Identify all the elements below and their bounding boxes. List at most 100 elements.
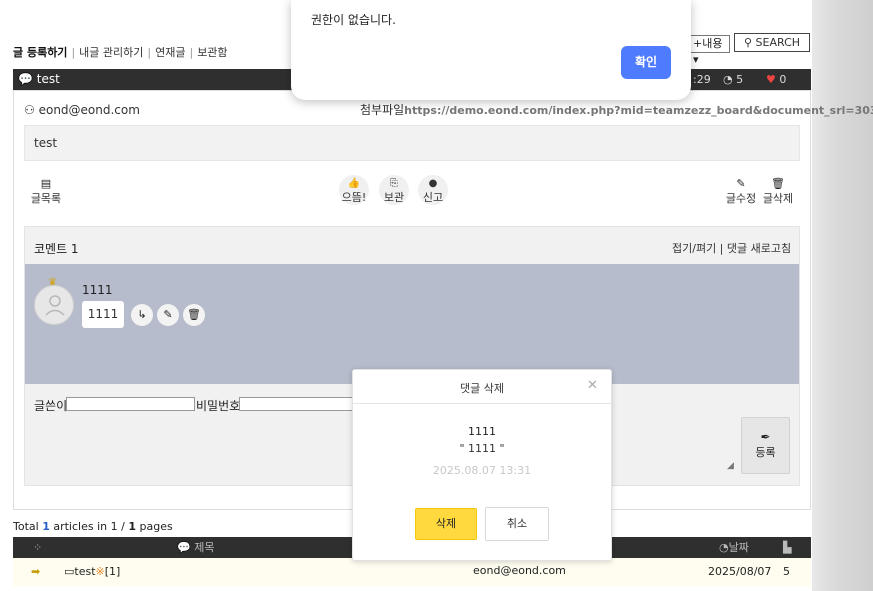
votes-count: 0 — [779, 73, 787, 86]
nav-separator: | — [71, 46, 76, 59]
avatar — [34, 285, 74, 325]
submit-comment-label: 등록 — [755, 446, 776, 459]
select-all-icon[interactable]: ⁘ — [33, 537, 42, 558]
row-title-text: test — [74, 565, 96, 578]
board-nav: 글 등록하기 | 내글 관리하기 | 연재글 | 보관함 — [13, 44, 228, 59]
alert-confirm-button[interactable]: 확인 — [621, 46, 671, 79]
modal-title: 댓글 삭제 — [460, 382, 504, 395]
password-label: 비밀번호 — [196, 399, 241, 413]
edit-comment-button[interactable]: ✎ — [157, 304, 179, 326]
close-icon[interactable]: ✕ — [587, 378, 598, 393]
delete-comment-button[interactable]: 🗑 — [183, 304, 205, 326]
nav-separator: | — [189, 46, 194, 59]
list-button-label: 글목록 — [30, 192, 62, 205]
total-suffix: pages — [139, 520, 173, 533]
resize-handle-icon[interactable]: ◢ — [727, 461, 734, 471]
nav-archive-link[interactable]: 보관함 — [197, 46, 227, 59]
post-author[interactable]: ⚇ eond@eond.com — [24, 103, 140, 117]
list-button[interactable]: ▤ 글목록 — [29, 177, 63, 206]
edit-post-button[interactable]: ✎ 글수정 — [724, 177, 758, 206]
col-title-label: 제목 — [194, 541, 215, 554]
backdrop-shade — [812, 0, 873, 591]
search-button-label: SEARCH — [755, 36, 801, 49]
post-content-text: test — [34, 136, 58, 150]
user-silhouette-icon — [45, 295, 65, 316]
nav-write-link[interactable]: 글 등록하기 — [13, 46, 67, 59]
edit-post-button-label: 글수정 — [725, 192, 757, 205]
col-views-icon[interactable]: ▙ — [783, 537, 791, 558]
post-content: test — [24, 125, 800, 161]
reply-button[interactable]: ↳ — [131, 304, 153, 326]
nav-serial-link[interactable]: 연재글 — [155, 46, 185, 59]
total-count: 1 — [42, 520, 50, 533]
comment-author: 1111 — [82, 283, 113, 297]
post-title: 💬 test — [18, 69, 60, 90]
list-total: Total 1 articles in 1 / 1 pages — [13, 520, 173, 533]
comment-icon: ◔ — [723, 73, 733, 86]
report-button-label: 신고 — [422, 191, 444, 204]
modal-divider — [352, 403, 612, 404]
total-mid: articles in 1 / — [53, 520, 125, 533]
clock-icon: ◔ — [719, 541, 729, 554]
bookmark-icon: ⎘ — [390, 178, 398, 189]
nav-manage-link[interactable]: 내글 관리하기 — [79, 46, 143, 59]
recommend-button[interactable]: 👍 으뜸! — [339, 175, 369, 205]
row-author: eond@eond.com — [473, 564, 566, 577]
delete-post-button[interactable]: 🗑 글삭제 — [761, 177, 795, 206]
password-input[interactable] — [239, 397, 354, 411]
confirm-delete-button[interactable]: 삭제 — [415, 508, 477, 540]
comment-bubble: 1111 — [82, 301, 124, 328]
post-author-text: eond@eond.com — [38, 103, 140, 117]
writer-label: 글쓴이 — [34, 399, 68, 413]
attachment-row: 첨부파일https://demo.eond.com/index.php?mid=… — [360, 101, 873, 118]
document-icon: ▤ — [40, 177, 52, 190]
row-title[interactable]: ▭test※[1] — [64, 558, 120, 586]
total-pages: 1 — [128, 520, 136, 533]
row-comment-count: [1] — [104, 565, 121, 578]
speech-icon: 💬 — [18, 72, 33, 86]
comments-stat: ◔ 5 — [723, 69, 743, 90]
search-target-select[interactable]: +내용 ▾ — [690, 35, 730, 66]
delete-post-button-label: 글삭제 — [762, 192, 794, 205]
search-button[interactable]: ⚲ SEARCH — [734, 33, 810, 52]
col-date-label: 날짜 — [728, 541, 749, 554]
cancel-button[interactable]: 취소 — [485, 507, 549, 541]
new-badge-icon: ※ — [95, 565, 105, 578]
row-date: 2025/08/07 — [708, 565, 772, 578]
votes-stat: ♥ 0 — [766, 69, 786, 90]
table-row[interactable]: ➡ ▭test※[1] eond@eond.com 2025/08/07 5 — [13, 558, 811, 586]
search-icon: ⚲ — [743, 36, 753, 49]
save-button-label: 보관 — [383, 191, 405, 204]
feather-icon: ✒ — [760, 430, 771, 444]
crown-icon: ♛ — [48, 277, 57, 288]
pencil-icon: ✎ — [736, 177, 746, 190]
comments-heading: 코멘트 1 — [34, 242, 79, 256]
submit-comment-button[interactable]: ✒ 등록 — [741, 417, 790, 474]
col-title[interactable]: 💬 제목 — [177, 537, 214, 558]
thumbs-up-icon: 👍 — [347, 178, 361, 189]
nav-separator: | — [147, 46, 152, 59]
modal-comment-date: 2025.08.07 13:31 — [432, 464, 532, 477]
attachment-label: 첨부파일 — [360, 103, 405, 117]
bomb-icon: ● — [428, 178, 438, 189]
modal-comment-quote: " 1111 " — [459, 442, 505, 455]
views-stat: :29 — [693, 73, 711, 86]
views-count: 29 — [696, 73, 711, 86]
save-button[interactable]: ⎘ 보관 — [379, 175, 409, 205]
modal-comment-author: 1111 — [468, 425, 496, 438]
attachment-url[interactable]: https://demo.eond.com/index.php?mid=team… — [404, 104, 873, 117]
arrow-right-icon: ➡ — [31, 565, 41, 578]
refresh-comments-link[interactable]: 댓글 새로고침 — [727, 242, 791, 255]
fold-toggle-link[interactable]: 접기/펴기 — [672, 242, 716, 255]
recommend-button-label: 으뜸! — [341, 191, 367, 204]
trash-icon: 🗑 — [187, 308, 201, 321]
comments-count: 5 — [736, 73, 744, 86]
comment-tools: 접기/펴기 | 댓글 새로고침 — [672, 242, 792, 255]
writer-input[interactable] — [66, 397, 195, 411]
pencil-icon: ✎ — [163, 308, 173, 321]
col-date[interactable]: ◔날짜 — [719, 537, 749, 558]
speech-icon: 💬 — [177, 541, 191, 554]
total-prefix: Total — [13, 520, 39, 533]
user-icon: ⚇ — [24, 103, 35, 117]
report-button[interactable]: ● 신고 — [418, 175, 448, 205]
